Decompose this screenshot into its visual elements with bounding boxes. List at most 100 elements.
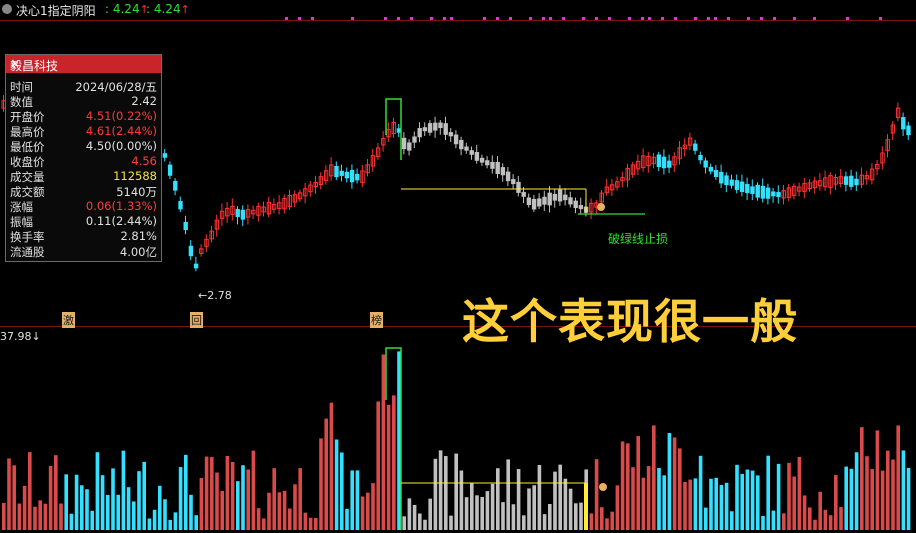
signal-dot (661, 17, 664, 20)
candle-body (547, 192, 552, 206)
volume-bar (740, 473, 744, 530)
volume-bar (880, 470, 885, 530)
volume-bar (636, 436, 640, 530)
volume-bar (95, 452, 100, 530)
candle-body (661, 156, 667, 169)
volume-bar (470, 482, 474, 530)
data-row-key: 换手率 (10, 230, 45, 244)
volume-bar (813, 519, 817, 530)
data-row-key: 最低价 (10, 140, 45, 154)
volume-bar (168, 519, 172, 530)
volume-bar (314, 517, 318, 530)
candle-body (339, 170, 344, 176)
data-row-key: 流通股 (10, 245, 45, 259)
candle-body (568, 197, 573, 205)
volume-bar (735, 464, 739, 530)
volume-bar (802, 495, 807, 530)
volume-bar (282, 490, 287, 530)
candle-body (750, 186, 755, 194)
candle-body (427, 123, 433, 133)
data-window[interactable]: 毅昌科技 ✕ 时间 2024/06/28/五 数值 2.42 开盘价 4.51(0.22%… (5, 54, 162, 262)
volume-bar (360, 496, 365, 530)
volume-bar (704, 507, 708, 530)
candle-body (854, 178, 859, 186)
signal-dot (714, 17, 717, 20)
candle-body (745, 183, 750, 194)
candle-body (734, 180, 740, 190)
volume-bar (896, 425, 900, 530)
volume-bar (251, 450, 256, 530)
volume-bar (532, 485, 536, 530)
volume-bar (901, 450, 906, 530)
volume-bar (33, 506, 37, 530)
signal-dot (694, 17, 697, 20)
data-row: 数值 2.42 (6, 94, 161, 109)
volume-bar (688, 479, 692, 530)
data-row: 流通股 4.00亿 (6, 244, 161, 259)
data-row-value: 4.56 (131, 154, 157, 168)
candle-body (193, 263, 199, 269)
volume-bar (891, 459, 895, 530)
volume-bar (355, 470, 360, 530)
volume-bar (886, 450, 890, 530)
volume-bar (158, 485, 162, 530)
signal-dot (641, 17, 644, 20)
volume-bar (464, 497, 469, 530)
volume-bar (236, 481, 240, 530)
data-row-value: 0.06(1.33%) (85, 199, 157, 213)
volume-bar (64, 474, 68, 530)
volume-bar (277, 492, 282, 530)
signal-dot (311, 17, 314, 20)
candle-body (334, 165, 339, 178)
candle-body (667, 160, 672, 168)
data-window-header: 毅昌科技 ✕ (6, 55, 161, 73)
close-icon[interactable]: ✕ (10, 57, 157, 71)
signal-dot (846, 17, 849, 20)
volume-bar (631, 467, 635, 530)
volume-bar (204, 456, 209, 530)
volume-bar (334, 439, 339, 530)
volume-bar (303, 512, 308, 530)
data-row-key: 收盘价 (10, 155, 45, 169)
signal-dot (285, 17, 288, 20)
volume-bar (366, 492, 370, 530)
data-row-key: 时间 (10, 80, 33, 94)
volume-bar (438, 450, 443, 530)
candle-body (500, 167, 506, 176)
volume-bar (241, 465, 245, 530)
candle-body (459, 139, 464, 150)
candle-body (563, 194, 568, 201)
volume-bar (568, 488, 573, 530)
candle-body (531, 198, 537, 210)
volume-bar (797, 456, 802, 530)
volume-bar (225, 455, 230, 530)
volume-bar (839, 506, 843, 530)
volume-label: 37.98↓ (0, 330, 41, 343)
candle-body (396, 128, 402, 133)
signal-dot (813, 17, 816, 20)
candle-body (173, 180, 178, 191)
candle-body (573, 200, 578, 209)
volume-bar (558, 464, 562, 530)
data-row: 收盘价 4.56 (6, 154, 161, 169)
data-row: 时间 2024/06/28/五 (6, 79, 161, 94)
signal-dot (529, 17, 532, 20)
candle-body (719, 171, 724, 184)
volume-bar (433, 458, 438, 530)
volume-bar (319, 438, 323, 530)
volume-bar (610, 511, 614, 530)
volume-bar (418, 513, 422, 530)
volume-bar (792, 476, 796, 530)
candle-body (485, 160, 490, 166)
volume-bar (620, 441, 625, 530)
volume-bar (59, 503, 63, 530)
volume-bar (298, 468, 302, 530)
volume-bar (371, 483, 375, 530)
volume-bar (589, 513, 594, 530)
volume-bar (579, 502, 583, 530)
volume-bar (381, 354, 386, 530)
volume-bar (22, 485, 27, 530)
volume-bar (657, 467, 661, 530)
volume-bar (137, 471, 141, 530)
volume-bar (350, 470, 354, 530)
